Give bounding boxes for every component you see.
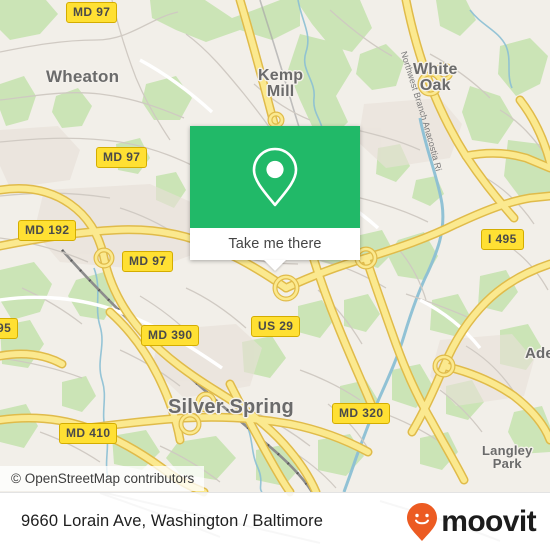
highway-shield-md97-north[interactable]: MD 97	[66, 2, 118, 23]
take-me-there-label: Take me there	[228, 236, 322, 252]
highway-shield-md97-mid[interactable]: MD 97	[96, 147, 148, 168]
popup-pointer-tail	[264, 260, 286, 271]
popup-footer[interactable]: Take me there	[190, 228, 360, 271]
highway-shield-i495-east[interactable]: I 495	[481, 229, 524, 250]
highway-shield-md390[interactable]: MD 390	[141, 325, 200, 346]
location-popup-card[interactable]: Take me there	[190, 126, 360, 271]
osm-attribution[interactable]: © OpenStreetMap contributors	[0, 466, 205, 491]
highway-shield-i495-west[interactable]: 95	[0, 318, 19, 339]
highway-shield-md320[interactable]: MD 320	[332, 403, 391, 424]
highway-shield-us29[interactable]: US 29	[251, 316, 301, 337]
moovit-logo[interactable]: moovit	[406, 502, 537, 542]
address-label: 9660 Lorain Ave, Washington / Baltimore	[21, 512, 323, 530]
moovit-wordmark: moovit	[441, 504, 536, 538]
highway-shield-md97-south[interactable]: MD 97	[122, 251, 174, 272]
map-screenshot: Northwest Branch Anacostia River Wheaton…	[0, 0, 550, 550]
map-canvas[interactable]: Northwest Branch Anacostia River Wheaton…	[0, 0, 550, 492]
bottom-info-bar: 9660 Lorain Ave, Washington / Baltimore …	[0, 492, 550, 550]
highway-shield-md192[interactable]: MD 192	[18, 220, 77, 241]
popup-header	[190, 126, 360, 228]
highway-shield-md410[interactable]: MD 410	[59, 423, 118, 444]
location-pin-icon	[252, 147, 298, 207]
moovit-pin-smiley-icon	[407, 502, 438, 541]
